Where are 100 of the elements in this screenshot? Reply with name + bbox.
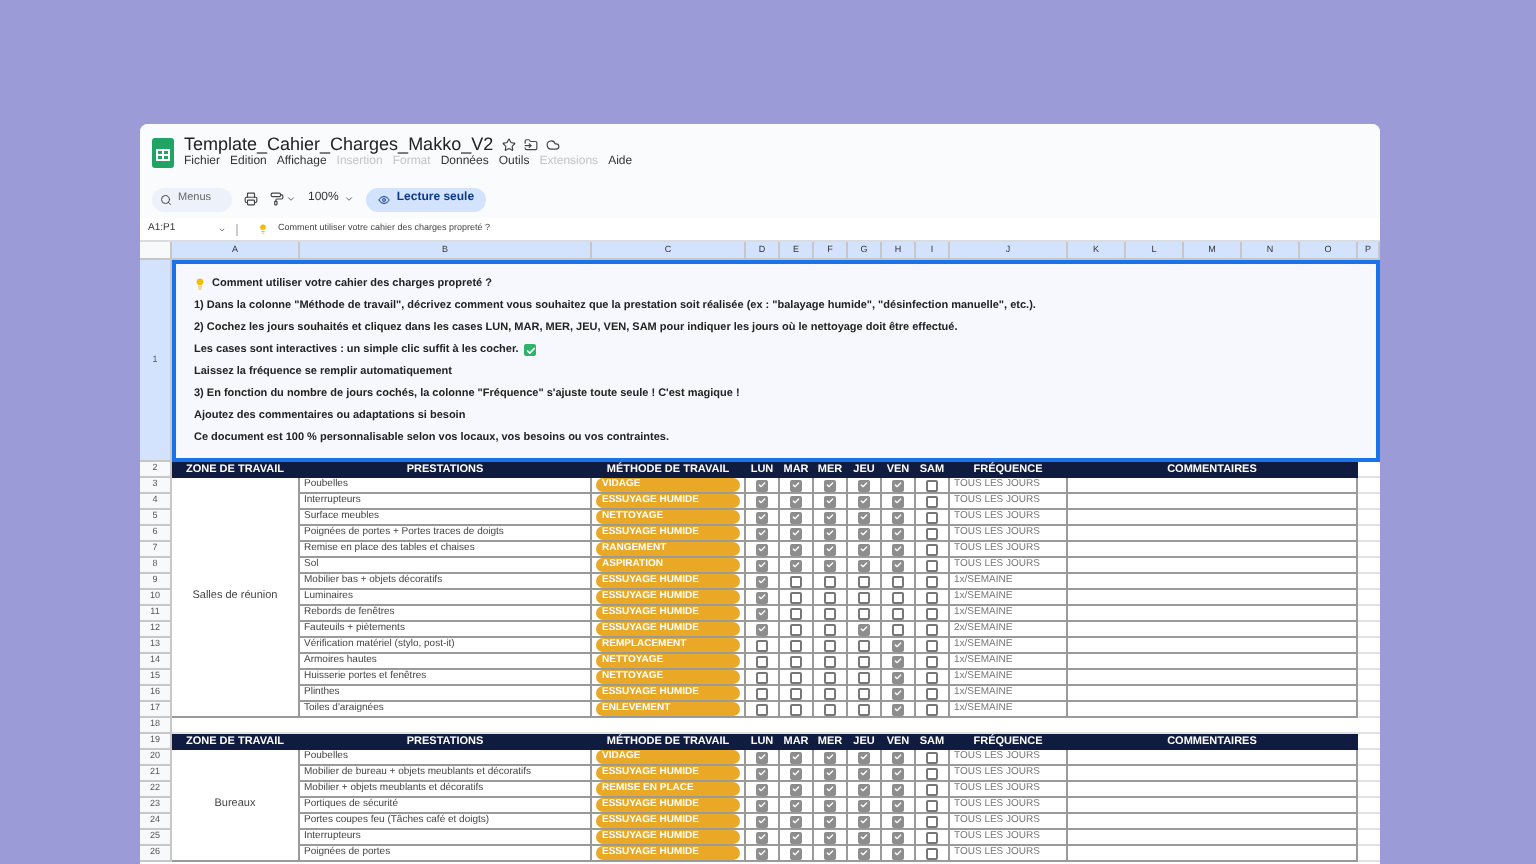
checkbox[interactable] <box>756 831 768 843</box>
checkbox[interactable] <box>858 479 870 491</box>
checkbox[interactable] <box>756 655 768 667</box>
document-title[interactable]: Template_Cahier_Charges_Makko_V2 <box>184 136 494 154</box>
checkbox[interactable] <box>858 655 870 667</box>
checkbox[interactable] <box>926 671 938 683</box>
checkbox[interactable] <box>790 655 802 667</box>
checkbox[interactable] <box>858 607 870 619</box>
checkbox[interactable] <box>790 815 802 827</box>
checkbox[interactable] <box>756 607 768 619</box>
checkbox[interactable] <box>824 671 836 683</box>
checkbox[interactable] <box>892 831 904 843</box>
checkbox[interactable] <box>824 655 836 667</box>
checkbox[interactable] <box>926 623 938 635</box>
paint-roller-icon[interactable] <box>270 192 284 206</box>
checkbox[interactable] <box>756 847 768 859</box>
checkbox[interactable] <box>790 751 802 763</box>
checkbox[interactable] <box>824 831 836 843</box>
checkbox[interactable] <box>756 623 768 635</box>
checkbox[interactable] <box>790 767 802 779</box>
checkbox[interactable] <box>824 815 836 827</box>
printer-icon[interactable] <box>244 192 258 206</box>
checkbox[interactable] <box>926 479 938 491</box>
checkbox[interactable] <box>858 559 870 571</box>
caret-icon[interactable] <box>344 194 355 204</box>
checkbox[interactable] <box>756 687 768 699</box>
checkbox[interactable] <box>892 479 904 491</box>
checkbox[interactable] <box>824 703 836 715</box>
checkbox[interactable] <box>926 815 938 827</box>
checkbox[interactable] <box>892 559 904 571</box>
checkbox[interactable] <box>824 527 836 539</box>
checkbox[interactable] <box>926 495 938 507</box>
caret-icon[interactable] <box>286 194 296 204</box>
checkbox[interactable] <box>790 591 802 603</box>
checkbox[interactable] <box>926 831 938 843</box>
checkbox[interactable] <box>790 543 802 555</box>
checkbox[interactable] <box>926 607 938 619</box>
checkbox[interactable] <box>756 575 768 587</box>
checkbox[interactable] <box>756 783 768 795</box>
checkbox[interactable] <box>790 799 802 811</box>
checkbox[interactable] <box>858 767 870 779</box>
checkbox[interactable] <box>790 703 802 715</box>
checkbox[interactable] <box>790 479 802 491</box>
checkbox[interactable] <box>926 543 938 555</box>
checkbox[interactable] <box>824 623 836 635</box>
checkbox[interactable] <box>824 479 836 491</box>
checkbox[interactable] <box>756 703 768 715</box>
checkbox[interactable] <box>756 639 768 651</box>
checkbox[interactable] <box>892 751 904 763</box>
checkbox[interactable] <box>824 591 836 603</box>
checkbox[interactable] <box>790 511 802 523</box>
checkbox[interactable] <box>756 799 768 811</box>
checkbox[interactable] <box>892 607 904 619</box>
checkbox[interactable] <box>858 783 870 795</box>
checkbox[interactable] <box>858 543 870 555</box>
checkbox[interactable] <box>892 575 904 587</box>
checkbox[interactable] <box>824 847 836 859</box>
checkbox[interactable] <box>858 527 870 539</box>
checkbox[interactable] <box>756 543 768 555</box>
checkbox[interactable] <box>824 639 836 651</box>
checkbox[interactable] <box>892 671 904 683</box>
checkbox[interactable] <box>756 559 768 571</box>
checkbox[interactable] <box>892 783 904 795</box>
checkbox[interactable] <box>824 607 836 619</box>
checkbox[interactable] <box>790 623 802 635</box>
checkbox[interactable] <box>926 639 938 651</box>
checkbox[interactable] <box>824 543 836 555</box>
checkbox[interactable] <box>790 783 802 795</box>
checkbox[interactable] <box>790 495 802 507</box>
checkbox[interactable] <box>756 479 768 491</box>
checkbox[interactable] <box>858 495 870 507</box>
checkbox[interactable] <box>926 847 938 859</box>
checkbox[interactable] <box>756 527 768 539</box>
checkbox[interactable] <box>858 687 870 699</box>
checkbox[interactable] <box>790 671 802 683</box>
checkbox[interactable] <box>892 511 904 523</box>
checkbox[interactable] <box>858 671 870 683</box>
checkbox[interactable] <box>892 767 904 779</box>
checkbox[interactable] <box>892 623 904 635</box>
checkbox[interactable] <box>858 511 870 523</box>
checkbox[interactable] <box>892 591 904 603</box>
checkbox[interactable] <box>926 703 938 715</box>
checkbox[interactable] <box>926 687 938 699</box>
checkbox[interactable] <box>824 559 836 571</box>
checkbox[interactable] <box>926 783 938 795</box>
checkbox[interactable] <box>858 639 870 651</box>
checkbox[interactable] <box>926 559 938 571</box>
checkbox[interactable] <box>790 687 802 699</box>
checkbox[interactable] <box>926 575 938 587</box>
checkbox[interactable] <box>756 495 768 507</box>
checkbox[interactable] <box>926 655 938 667</box>
spreadsheet-logo-icon[interactable] <box>152 137 174 167</box>
checkbox[interactable] <box>824 575 836 587</box>
checkbox[interactable] <box>756 815 768 827</box>
checkbox[interactable] <box>756 511 768 523</box>
checkbox[interactable] <box>892 639 904 651</box>
checkbox[interactable] <box>790 527 802 539</box>
checkbox[interactable] <box>790 607 802 619</box>
checkbox[interactable] <box>756 671 768 683</box>
checkbox[interactable] <box>756 767 768 779</box>
